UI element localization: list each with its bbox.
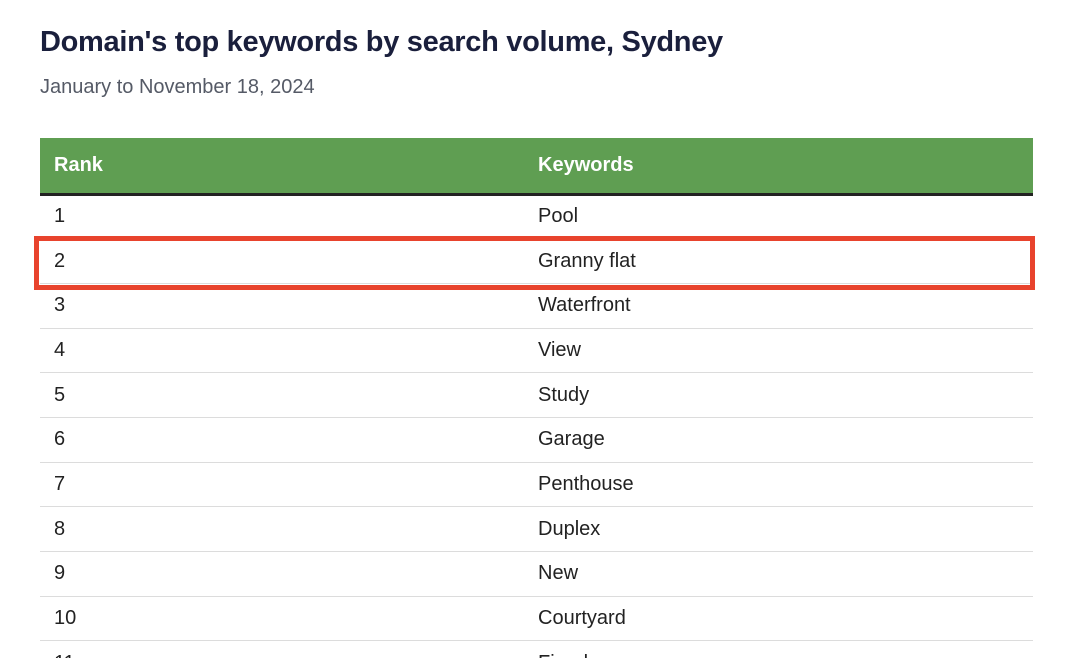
header-row: Rank Keywords bbox=[40, 138, 1033, 196]
table-body: 1 Pool 2 Granny flat 3 Waterfront 4 View 5 Study 6… bbox=[40, 194, 1033, 658]
table-row: 4 View bbox=[40, 328, 1033, 374]
keywords-table: Rank Keywords 1 Pool 2 Granny flat 3 Waterfro… bbox=[40, 138, 1033, 658]
column-header-rank: Rank bbox=[40, 138, 538, 196]
chart-title: Domain's top keywords by search volume, … bbox=[40, 26, 723, 58]
keyword-cell: Waterfront bbox=[538, 283, 1033, 329]
rank-cell: 10 bbox=[40, 596, 538, 642]
rank-cell: 7 bbox=[40, 462, 538, 508]
table-row: 10 Courtyard bbox=[40, 596, 1033, 642]
keyword-cell: Duplex bbox=[538, 506, 1033, 552]
keyword-cell: Garage bbox=[538, 417, 1033, 463]
keyword-cell: View bbox=[538, 328, 1033, 374]
table-row: 11Fireplace bbox=[40, 640, 1033, 658]
rank-cell: 6 bbox=[40, 417, 538, 463]
table-row: 1 Pool bbox=[40, 194, 1033, 240]
keyword-cell: Penthouse bbox=[538, 462, 1033, 508]
keyword-cell: Study bbox=[538, 372, 1033, 418]
keyword-cell: New bbox=[538, 551, 1033, 597]
rank-cell: 2 bbox=[40, 238, 538, 284]
rank-cell: 4 bbox=[40, 328, 538, 374]
rank-cell: 8 bbox=[40, 506, 538, 552]
rank-cell: 3 bbox=[40, 283, 538, 329]
table-header: Rank Keywords bbox=[40, 138, 1033, 196]
table-row: 3 Waterfront bbox=[40, 283, 1033, 329]
keyword-cell: Courtyard bbox=[538, 596, 1033, 642]
chart-page: Domain's top keywords by search volume, … bbox=[0, 0, 1080, 658]
table-row: 6 Garage bbox=[40, 417, 1033, 463]
table-row: 5 Study bbox=[40, 372, 1033, 418]
rank-cell: 9 bbox=[40, 551, 538, 597]
rank-cell: 11 bbox=[40, 640, 538, 658]
rank-cell: 5 bbox=[40, 372, 538, 418]
table-row: 7 Penthouse bbox=[40, 462, 1033, 508]
keyword-cell: Fireplace bbox=[538, 640, 1033, 658]
chart-subtitle: January to November 18, 2024 bbox=[40, 76, 315, 98]
table-row: 9 New bbox=[40, 551, 1033, 597]
table-row: 2 Granny flat bbox=[40, 238, 1033, 284]
column-header-keywords: Keywords bbox=[538, 138, 1033, 196]
rank-cell: 1 bbox=[40, 194, 538, 240]
keyword-cell: Granny flat bbox=[538, 238, 1033, 284]
keyword-cell: Pool bbox=[538, 194, 1033, 240]
table-row: 8 Duplex bbox=[40, 506, 1033, 552]
